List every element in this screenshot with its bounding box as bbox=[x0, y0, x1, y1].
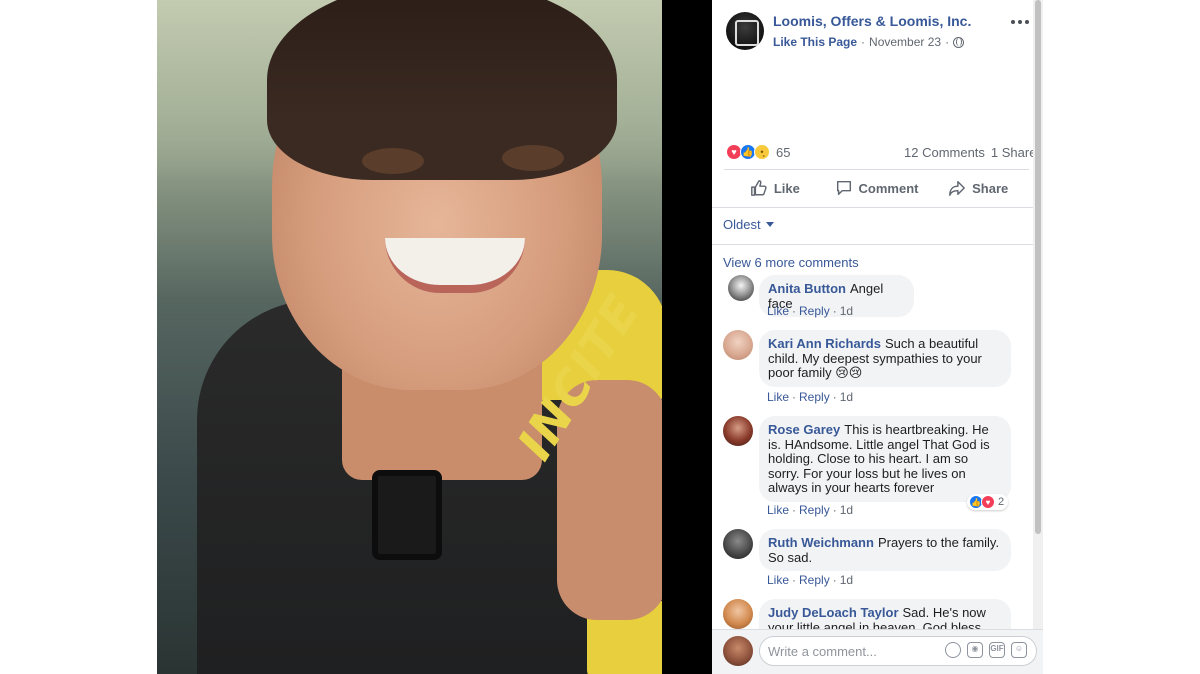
comment-like-link[interactable]: Like bbox=[767, 573, 789, 587]
comment-like-link[interactable]: Like bbox=[767, 390, 789, 404]
globe-icon[interactable] bbox=[953, 36, 965, 48]
comment-button[interactable]: Comment bbox=[826, 171, 928, 205]
like-page-link[interactable]: Like This Page bbox=[773, 35, 857, 49]
comment-actions: Like · Reply · 1d bbox=[767, 503, 854, 517]
like-button[interactable]: Like bbox=[724, 171, 826, 205]
composer-tools: ◉ GIF ☺ bbox=[945, 642, 1027, 658]
thumbs-up-icon bbox=[750, 180, 767, 196]
comment-author[interactable]: Rose Garey bbox=[768, 422, 840, 437]
divider bbox=[712, 244, 1033, 245]
comment-author[interactable]: Ruth Weichmann bbox=[768, 535, 874, 550]
comment-reply-link[interactable]: Reply bbox=[799, 573, 830, 587]
comment-sort-label: Oldest bbox=[723, 217, 761, 232]
comments-count-link[interactable]: 12 Comments bbox=[904, 145, 985, 160]
comment-reaction-count: 2 bbox=[998, 496, 1005, 508]
comment-reactions[interactable]: 👍 ♥ 2 bbox=[967, 494, 1009, 510]
comments-scrollbar[interactable] bbox=[1033, 0, 1043, 629]
comment-time[interactable]: 1d bbox=[840, 304, 853, 318]
shares-count-link[interactable]: 1 Share bbox=[991, 145, 1037, 160]
comment-author[interactable]: Anita Button bbox=[768, 281, 846, 296]
comment-actions: Like · Reply · 1d bbox=[767, 390, 854, 404]
camera-icon[interactable]: ◉ bbox=[967, 642, 983, 658]
reactions-summary[interactable]: ♥ 👍 •̥ 65 bbox=[726, 144, 790, 160]
post-stats: 12 Comments 1 Share bbox=[904, 145, 1036, 160]
post-photo[interactable]: INCITE bbox=[157, 0, 662, 674]
commenter-avatar[interactable] bbox=[723, 529, 753, 559]
emoji-icon[interactable] bbox=[945, 642, 961, 658]
comment-button-label: Comment bbox=[858, 180, 919, 196]
comment-like-link[interactable]: Like bbox=[767, 304, 789, 318]
commenter-avatar[interactable] bbox=[723, 599, 753, 629]
comment-bubble: Rose Garey This is heartbreaking. He is. … bbox=[759, 416, 1011, 502]
comment-author[interactable]: Kari Ann Richards bbox=[768, 336, 881, 351]
gif-icon[interactable]: GIF bbox=[989, 642, 1005, 658]
meta-separator: · bbox=[861, 35, 866, 49]
view-more-comments-link[interactable]: View 6 more comments bbox=[723, 255, 859, 270]
right-eye bbox=[502, 145, 564, 171]
comment-author[interactable]: Judy DeLoach Taylor bbox=[768, 605, 899, 620]
current-user-avatar bbox=[723, 636, 753, 666]
page-name-link[interactable]: Loomis, Offers & Loomis, Inc. bbox=[773, 13, 971, 29]
more-options-icon[interactable] bbox=[1010, 12, 1030, 32]
comment-icon bbox=[836, 180, 851, 196]
sticker-icon[interactable]: ☺ bbox=[1011, 642, 1027, 658]
comment-bubble: Kari Ann Richards Such a beautiful child.… bbox=[759, 330, 1011, 387]
caret-down-icon bbox=[765, 222, 774, 227]
left-eye bbox=[362, 148, 424, 174]
sad-reaction-icon: •̥ bbox=[754, 144, 770, 160]
divider bbox=[712, 207, 1033, 208]
post-date[interactable]: November 23 bbox=[869, 35, 941, 49]
comment-input-placeholder: Write a comment... bbox=[768, 643, 877, 659]
share-button[interactable]: Share bbox=[927, 171, 1029, 205]
reaction-count: 65 bbox=[776, 144, 791, 160]
comment-time[interactable]: 1d bbox=[840, 390, 853, 404]
photo-viewer: INCITE bbox=[157, 0, 712, 674]
share-button-label: Share bbox=[972, 180, 1009, 196]
commenter-avatar[interactable] bbox=[723, 416, 753, 446]
comment-bubble: Ruth Weichmann Prayers to the family. So … bbox=[759, 529, 1011, 571]
divider bbox=[724, 169, 1029, 170]
comment-actions: Like · Reply · 1d bbox=[767, 573, 854, 587]
scrollbar-thumb[interactable] bbox=[1035, 0, 1041, 534]
comment-sort-dropdown[interactable]: Oldest bbox=[723, 217, 774, 232]
commenter-avatar[interactable] bbox=[728, 275, 754, 301]
share-icon bbox=[949, 180, 966, 196]
comment-reply-link[interactable]: Reply bbox=[799, 390, 830, 404]
love-reaction-icon: ♥ bbox=[981, 495, 995, 509]
comment-actions: Like · Reply · 1d bbox=[767, 304, 854, 318]
comment-reply-link[interactable]: Reply bbox=[799, 304, 830, 318]
page-avatar[interactable] bbox=[726, 12, 764, 50]
comment-reply-link[interactable]: Reply bbox=[799, 503, 830, 517]
comment-time[interactable]: 1d bbox=[840, 503, 853, 517]
post-meta: Like This Page · November 23 · bbox=[773, 35, 965, 49]
vest-buckle bbox=[372, 470, 442, 560]
comment-like-link[interactable]: Like bbox=[767, 503, 789, 517]
child-hair bbox=[267, 0, 617, 180]
commenter-avatar[interactable] bbox=[723, 330, 753, 360]
post-actions: Like Comment Share bbox=[724, 171, 1029, 205]
like-button-label: Like bbox=[773, 180, 800, 196]
comment-time[interactable]: 1d bbox=[840, 573, 853, 587]
meta-separator: · bbox=[945, 35, 950, 49]
